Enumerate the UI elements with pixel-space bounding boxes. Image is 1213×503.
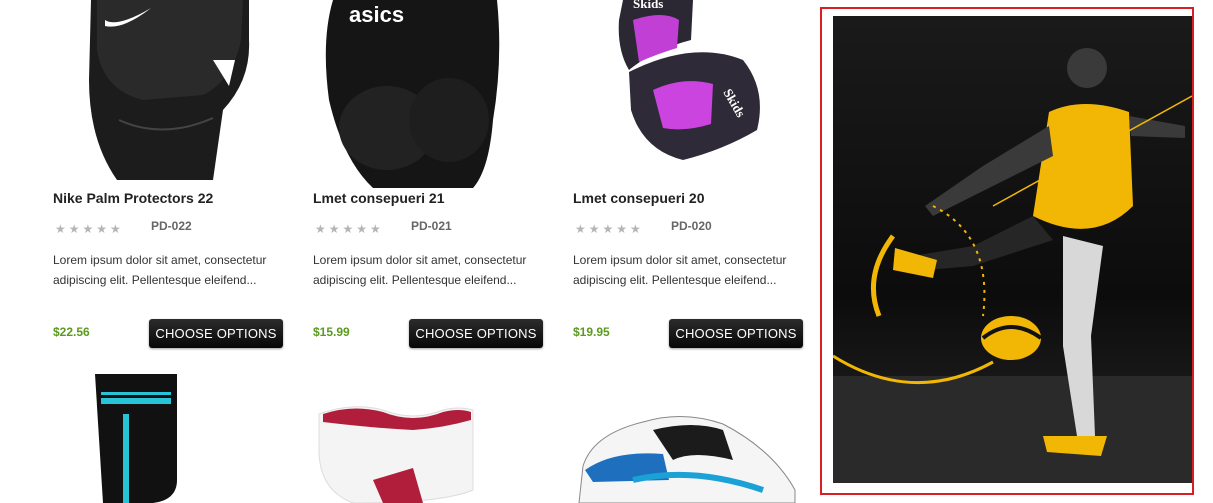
promo-banner-frame[interactable]: [820, 7, 1194, 495]
product-description: Lorem ipsum dolor sit amet, consectetur …: [53, 253, 267, 287]
product-price: $19.95: [573, 325, 610, 339]
product-price: $15.99: [313, 325, 350, 339]
product-price: $22.56: [53, 325, 90, 339]
rating-stars: ★★★★★: [575, 222, 644, 236]
product-image[interactable]: Skids Skids: [573, 0, 805, 188]
product-card: Skids Skids Lmet consepueri 20 ★★★★★ PD-…: [573, 0, 805, 360]
product-sku: PD-022: [151, 219, 192, 233]
product-image[interactable]: [53, 370, 285, 503]
product-card: Nike Palm Protectors 22 ★★★★★ PD-022 Lor…: [53, 0, 285, 360]
choose-options-button[interactable]: CHOOSE OPTIONS: [149, 319, 283, 348]
product-image[interactable]: [573, 370, 805, 503]
choose-options-button[interactable]: CHOOSE OPTIONS: [669, 319, 803, 348]
rating-stars: ★★★★★: [55, 222, 124, 236]
product-sku: PD-021: [411, 219, 452, 233]
product-card: asics Lmet consepueri 21 ★★★★★ PD-021 Lo…: [313, 0, 545, 360]
rating-stars: ★★★★★: [315, 222, 384, 236]
product-description: Lorem ipsum dolor sit amet, consectetur …: [313, 253, 527, 287]
product-title[interactable]: Nike Palm Protectors 22: [53, 190, 213, 206]
product-title[interactable]: Lmet consepueri 20: [573, 190, 705, 206]
choose-options-button[interactable]: CHOOSE OPTIONS: [409, 319, 543, 348]
product-description: Lorem ipsum dolor sit amet, consectetur …: [573, 253, 787, 287]
product-title[interactable]: Lmet consepueri 21: [313, 190, 445, 206]
product-image[interactable]: [313, 370, 545, 503]
product-image[interactable]: [53, 0, 285, 188]
skids-logo-text: Skids: [633, 0, 663, 11]
product-image[interactable]: asics: [313, 0, 545, 188]
asics-logo-text: asics: [349, 2, 404, 27]
soccer-player-banner[interactable]: [833, 16, 1192, 483]
product-sku: PD-020: [671, 219, 712, 233]
